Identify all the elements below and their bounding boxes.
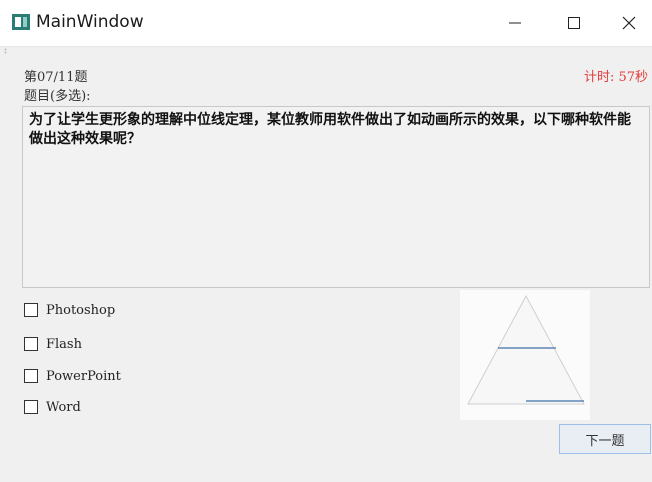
question-number: 第07/11题 bbox=[24, 70, 88, 85]
option-photoshop[interactable]: Photoshop bbox=[24, 300, 115, 320]
checkbox[interactable] bbox=[24, 303, 38, 317]
checkbox[interactable] bbox=[24, 369, 38, 383]
question-text: 为了让学生更形象的理解中位线定理，某位教师用软件做出了如动画所示的效果，以下哪种… bbox=[29, 112, 631, 147]
option-label: Word bbox=[46, 399, 81, 415]
option-flash[interactable]: Flash bbox=[24, 334, 82, 354]
option-label: PowerPoint bbox=[46, 368, 121, 384]
option-label: Flash bbox=[46, 336, 82, 352]
minimize-icon bbox=[509, 22, 521, 24]
close-button[interactable] bbox=[606, 0, 652, 46]
toolbar-grip-handle[interactable] bbox=[4, 48, 7, 54]
timer-label: 计时: 57秒 bbox=[583, 70, 648, 85]
title-bar: MainWindow bbox=[0, 0, 652, 47]
minimize-button[interactable] bbox=[492, 0, 538, 46]
option-label: Photoshop bbox=[46, 302, 116, 318]
close-icon bbox=[622, 16, 636, 30]
window-title: MainWindow bbox=[36, 12, 144, 32]
checkbox[interactable] bbox=[24, 337, 38, 351]
maximize-button[interactable] bbox=[551, 0, 597, 46]
question-text-box[interactable]: 为了让学生更形象的理解中位线定理，某位教师用软件做出了如动画所示的效果，以下哪种… bbox=[22, 106, 650, 288]
triangle-shape bbox=[467, 294, 585, 405]
option-word[interactable]: Word bbox=[24, 397, 81, 417]
toolbar-area bbox=[0, 47, 652, 55]
maximize-icon bbox=[568, 17, 580, 29]
triangle-midline-figure bbox=[460, 290, 590, 420]
checkbox[interactable] bbox=[24, 400, 38, 414]
option-powerpoint[interactable]: PowerPoint bbox=[24, 366, 121, 386]
question-type-label: 题目(多选): bbox=[24, 89, 91, 104]
next-question-button[interactable]: 下一题 bbox=[559, 424, 651, 454]
app-icon bbox=[12, 14, 30, 30]
